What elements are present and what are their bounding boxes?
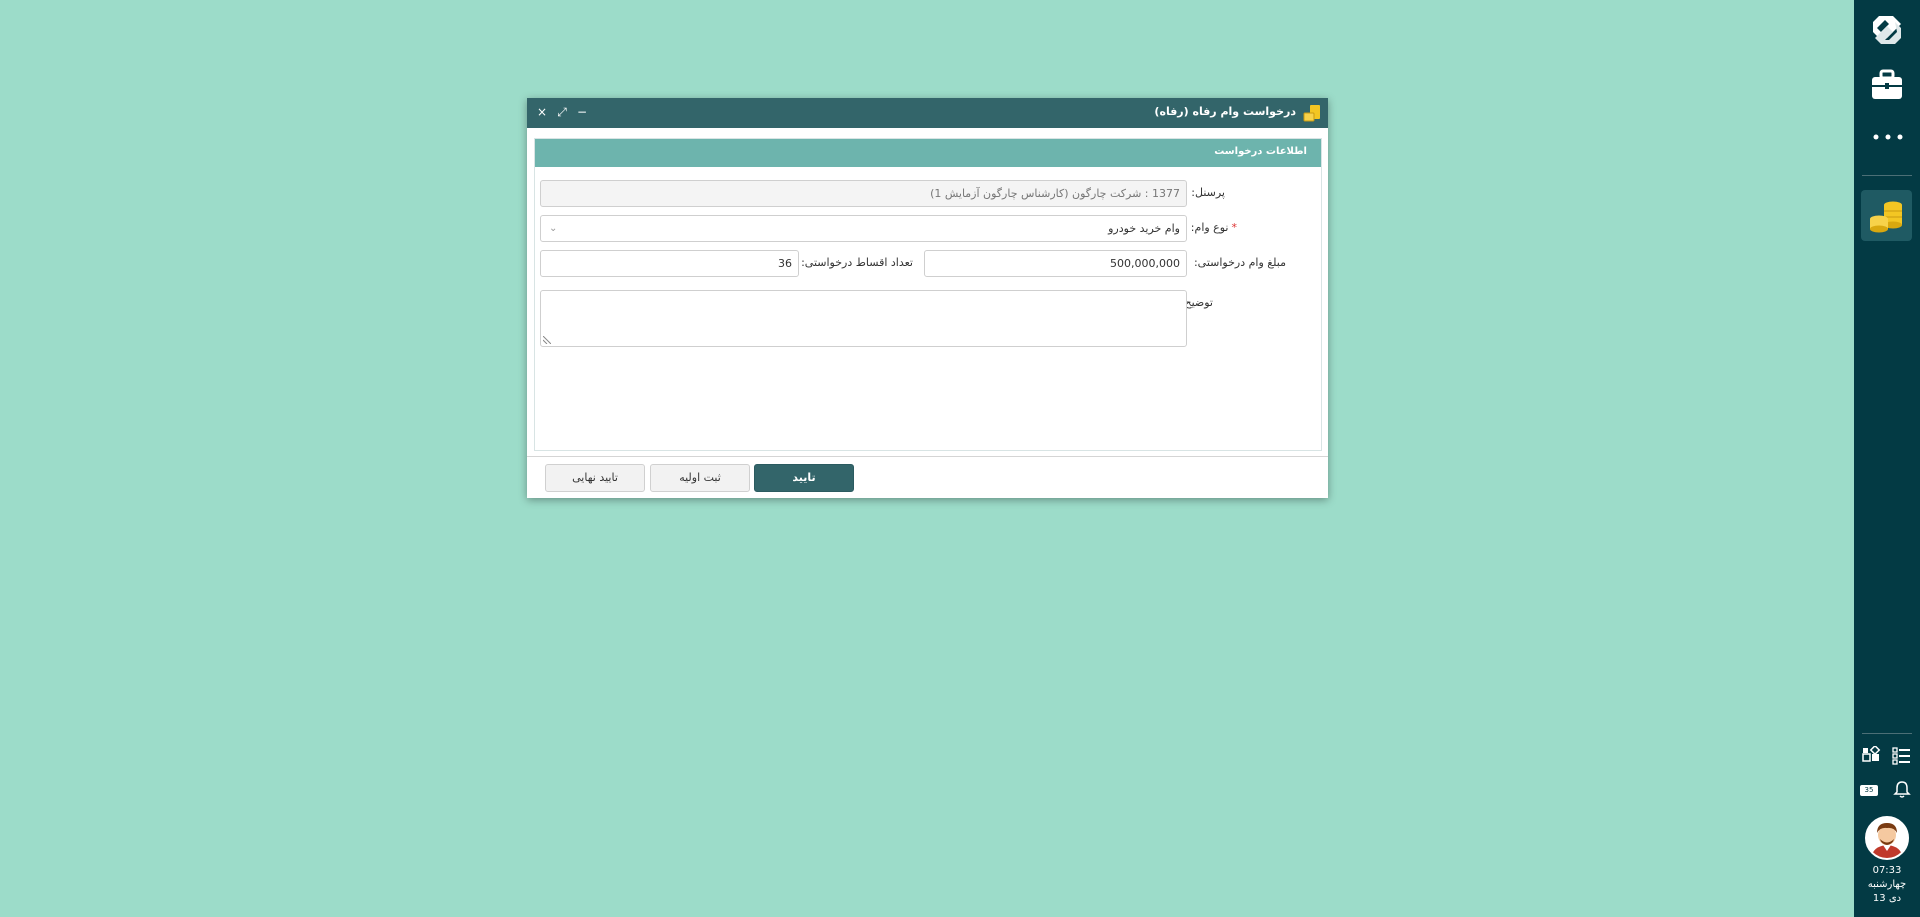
amount-label: مبلغ وام درخواستی: xyxy=(1193,256,1286,269)
loan-app-button[interactable] xyxy=(1861,190,1912,241)
app-sidebar: 35 07:33 چهارشنبه 13 دی xyxy=(1854,0,1920,917)
personnel-field: 1377 : شرکت چارگون (کارشناس چارگون آزمای… xyxy=(540,180,1187,207)
message-icon[interactable]: 35 xyxy=(1860,785,1878,796)
loan-type-label-text: نوع وام: xyxy=(1190,221,1229,234)
installments-label: تعداد اقساط درخواستی: xyxy=(801,256,913,269)
section-title: اطلاعات درخواست xyxy=(535,139,1321,167)
minimize-icon[interactable]: − xyxy=(575,105,589,119)
bell-icon[interactable] xyxy=(1892,779,1912,799)
briefcase-icon[interactable] xyxy=(1869,68,1905,102)
dialog-title: درخواست وام رفاه (رفاه) xyxy=(1154,105,1296,118)
loan-type-select[interactable]: وام خرید خودرو ⌄ xyxy=(540,215,1187,242)
clock-date: 13 دی xyxy=(1872,893,1902,904)
request-info-section: اطلاعات درخواست پرسنل: 1377 : شرکت چارگو… xyxy=(534,138,1322,451)
loan-coins-icon xyxy=(1870,201,1902,233)
user-avatar-icon xyxy=(1867,818,1907,858)
list-icon[interactable] xyxy=(1892,746,1912,766)
close-icon[interactable]: × xyxy=(535,105,549,119)
sidebar-divider-bottom xyxy=(1862,733,1912,734)
confirm-button[interactable]: تایید xyxy=(754,464,854,492)
loan-type-label: *نوع وام: xyxy=(1191,221,1237,234)
clock-weekday: چهارشنبه xyxy=(1867,879,1907,890)
installments-input[interactable]: 36 xyxy=(540,250,799,277)
more-icon[interactable] xyxy=(1871,131,1905,143)
loan-coins-icon xyxy=(1302,103,1322,123)
app-logo-icon[interactable] xyxy=(1869,12,1905,48)
chevron-down-icon: ⌄ xyxy=(549,223,558,234)
personnel-label: پرسنل: xyxy=(1191,186,1225,199)
final-confirm-button[interactable]: تایید نهایی xyxy=(545,464,645,492)
footer-divider xyxy=(527,456,1328,457)
amount-input[interactable]: 500,000,000 xyxy=(924,250,1187,277)
clock-time: 07:33 xyxy=(1872,865,1902,876)
required-marker: * xyxy=(1231,221,1238,234)
dialog-titlebar[interactable]: درخواست وام رفاه (رفاه) × ⤢ − xyxy=(527,98,1328,128)
description-textarea[interactable] xyxy=(540,290,1187,347)
dashboard-icon[interactable] xyxy=(1861,746,1881,766)
sidebar-divider xyxy=(1862,175,1912,176)
maximize-icon[interactable]: ⤢ xyxy=(555,105,569,119)
loan-request-dialog: درخواست وام رفاه (رفاه) × ⤢ − اطلاعات در… xyxy=(527,98,1328,498)
resize-handle-icon[interactable] xyxy=(543,336,551,344)
initial-save-button[interactable]: ثبت اولیه xyxy=(650,464,750,492)
loan-type-value: وام خرید خودرو xyxy=(1108,222,1180,235)
avatar[interactable] xyxy=(1865,816,1909,860)
